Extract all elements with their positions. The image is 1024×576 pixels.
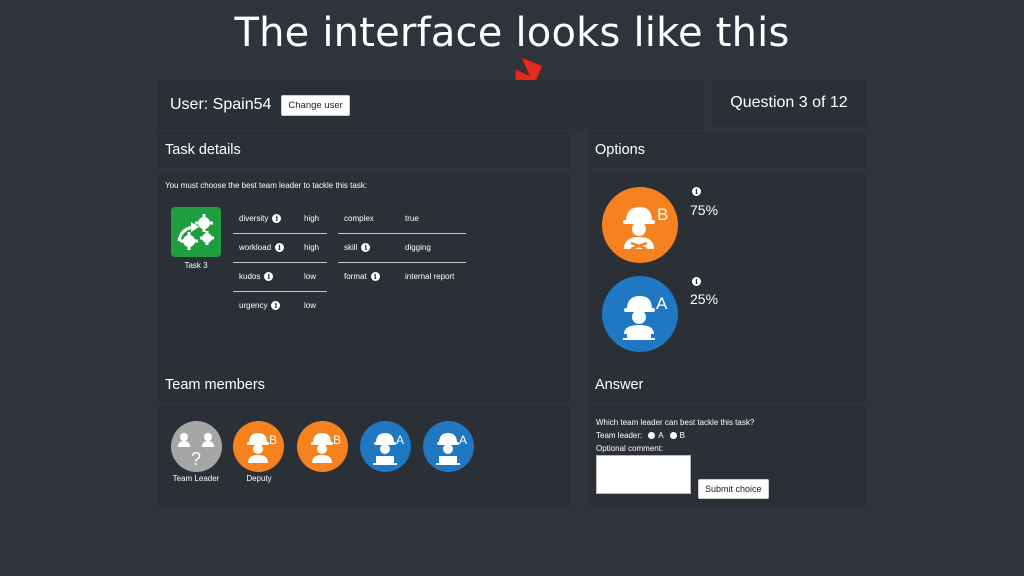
radio-label-a: A bbox=[658, 431, 664, 440]
option-letter: A bbox=[656, 294, 668, 313]
attribute-key: format bbox=[344, 272, 367, 281]
question-counter: Question 3 of 12 bbox=[712, 80, 866, 126]
member-letter: B bbox=[269, 433, 277, 447]
team-members-heading: Team members bbox=[158, 367, 570, 403]
info-icon[interactable]: i bbox=[361, 243, 371, 252]
member-avatar[interactable]: B bbox=[297, 421, 348, 472]
team-leader-avatar[interactable]: ? bbox=[171, 421, 222, 472]
attribute-row: format i internal report bbox=[338, 263, 466, 292]
attribute-row: urgency i low bbox=[233, 292, 327, 321]
attribute-key: workload bbox=[239, 243, 272, 252]
deputy-avatar[interactable]: B bbox=[233, 421, 284, 472]
options-heading: Options bbox=[588, 132, 866, 168]
attribute-row: diversity i high bbox=[233, 205, 327, 234]
user-bar: User: Spain54 Change user bbox=[158, 80, 704, 130]
unknown-leader-icon: ? bbox=[178, 433, 214, 469]
engineer-laptop-icon: A bbox=[373, 433, 404, 465]
comment-label: Optional comment: bbox=[596, 444, 664, 453]
info-icon[interactable]: i bbox=[692, 187, 701, 196]
task-details-heading: Task details bbox=[158, 132, 570, 168]
gears-task-icon bbox=[171, 207, 221, 257]
attribute-value: low bbox=[304, 272, 317, 281]
attribute-row: workload i high bbox=[233, 234, 327, 263]
attribute-key: diversity bbox=[239, 214, 269, 223]
construction-worker-icon: B bbox=[311, 433, 341, 463]
attribute-row: kudos i low bbox=[233, 263, 327, 292]
attribute-value: digging bbox=[405, 243, 431, 252]
comment-textarea[interactable] bbox=[596, 455, 691, 494]
member-letter: ? bbox=[191, 449, 201, 469]
submit-choice-button[interactable]: Submit choice bbox=[698, 479, 769, 499]
member-label: Deputy bbox=[246, 474, 272, 483]
info-icon[interactable]: i bbox=[272, 214, 282, 223]
answer-heading: Answer bbox=[588, 367, 866, 403]
member-letter: B bbox=[333, 433, 341, 447]
member-avatar[interactable]: A bbox=[360, 421, 411, 472]
member-letter: A bbox=[396, 433, 404, 447]
info-icon[interactable]: i bbox=[370, 272, 380, 281]
attributes-table-right: complex true skill i digging format i inte… bbox=[338, 205, 466, 293]
info-icon[interactable]: i bbox=[275, 243, 285, 252]
user-label: User: Spain54 bbox=[170, 96, 272, 113]
engineer-laptop-icon: A bbox=[623, 294, 668, 340]
task-name: Task 3 bbox=[184, 261, 208, 270]
option-letter: B bbox=[657, 205, 668, 224]
engineer-laptop-icon: A bbox=[436, 433, 467, 465]
change-user-button[interactable]: Change user bbox=[281, 94, 350, 116]
attribute-key: urgency bbox=[239, 301, 268, 310]
option-b-avatar[interactable]: B bbox=[602, 187, 678, 263]
attribute-row: complex true bbox=[338, 205, 466, 234]
info-icon[interactable]: i bbox=[692, 277, 701, 286]
member-letter: A bbox=[459, 433, 467, 447]
attribute-key: kudos bbox=[239, 272, 261, 281]
attributes-table-left: diversity i high workload i high kudos i lo… bbox=[233, 205, 327, 321]
member-label: Team Leader bbox=[172, 474, 220, 483]
info-icon[interactable]: i bbox=[271, 301, 281, 310]
info-icon[interactable]: i bbox=[264, 272, 274, 281]
radio-option-b[interactable] bbox=[669, 432, 677, 440]
radio-option-a[interactable] bbox=[648, 432, 656, 440]
construction-worker-icon: B bbox=[623, 205, 668, 251]
task-intro: You must choose the best team leader to … bbox=[165, 181, 368, 190]
attribute-value: true bbox=[405, 214, 419, 223]
construction-worker-icon: B bbox=[247, 433, 277, 463]
attribute-value: high bbox=[304, 243, 320, 252]
attribute-value: high bbox=[304, 214, 320, 223]
answer-question: Which team leader can best tackle this t… bbox=[596, 418, 755, 427]
attribute-value: internal report bbox=[405, 272, 455, 281]
option-b-percent: 75% bbox=[690, 202, 719, 218]
attribute-value: low bbox=[304, 301, 317, 310]
radio-label-b: B bbox=[679, 431, 685, 440]
option-a-avatar[interactable]: A bbox=[602, 276, 678, 352]
slide-title: The interface looks like this bbox=[234, 10, 790, 56]
attribute-key: complex bbox=[344, 214, 374, 223]
attribute-key: skill bbox=[344, 243, 358, 252]
option-a-percent: 25% bbox=[690, 291, 719, 307]
member-avatar[interactable]: A bbox=[423, 421, 474, 472]
attribute-row: skill i digging bbox=[338, 234, 466, 263]
team-leader-label: Team leader: bbox=[596, 431, 643, 440]
team-leader-radio-group: Team leader: A B bbox=[596, 431, 685, 440]
